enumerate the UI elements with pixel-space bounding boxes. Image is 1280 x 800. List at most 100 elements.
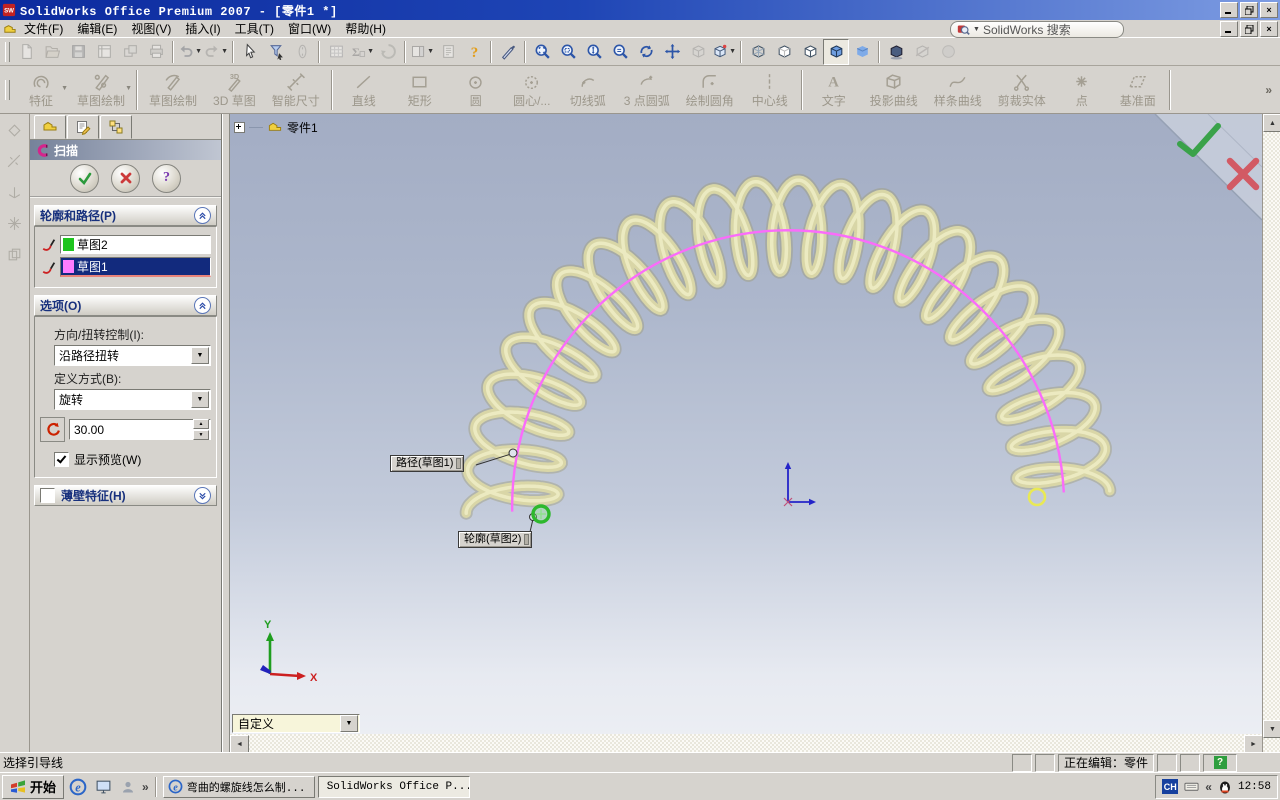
tool-centerline-button[interactable]: 中心线 (742, 67, 798, 113)
tool-circle-button[interactable]: 圆 (448, 67, 504, 113)
rebuild-button[interactable] (375, 39, 401, 65)
tool-spline-button[interactable]: 样条曲线 (926, 67, 990, 113)
options-button[interactable] (435, 39, 461, 65)
quicklaunch-ie-icon[interactable]: e (67, 776, 89, 798)
part-name[interactable]: 零件1 (287, 119, 318, 136)
path-callout[interactable]: 路径(草图1) (390, 455, 465, 472)
select-button[interactable] (237, 39, 263, 65)
shaded-button[interactable] (849, 39, 875, 65)
horizontal-scrollbar[interactable]: ◄ ► (230, 734, 1262, 752)
undo-button[interactable]: ▼ (177, 39, 203, 65)
new-button[interactable] (13, 39, 39, 65)
minimize-button[interactable] (1220, 2, 1238, 18)
define-by-combo[interactable]: 旋转 ▼ (54, 389, 211, 410)
tab-propertymanager[interactable] (67, 115, 99, 139)
dropdown-arrow-icon[interactable]: ▼ (195, 48, 202, 55)
make-drawing-button[interactable] (91, 39, 117, 65)
print-button[interactable] (143, 39, 169, 65)
tool-sketch3d-button[interactable]: 3D 3D 草图 (205, 67, 264, 113)
hidden-lines-visible-button[interactable] (771, 39, 797, 65)
make-assembly-button[interactable] (117, 39, 143, 65)
thin-feature-checkbox[interactable] (40, 488, 55, 503)
view-orientation-combo[interactable]: 自定义 ▼ (232, 714, 360, 733)
tool-smartdim-button[interactable]: 智能尺寸 (264, 67, 328, 113)
tool-trim-button[interactable]: 剪裁实体 (990, 67, 1054, 113)
strip-tool-icon-3[interactable] (6, 184, 23, 201)
tool-three-point-arc-button[interactable]: 3 点圆弧 (616, 67, 678, 113)
confirmation-corner[interactable] (1154, 114, 1262, 221)
qq-icon[interactable] (1217, 779, 1233, 795)
tool-feature-button[interactable]: 特征 ▼ (13, 67, 69, 113)
quicklaunch-messenger-icon[interactable] (117, 776, 139, 798)
combo-dropdown-icon[interactable]: ▼ (191, 347, 209, 364)
selection-field[interactable]: 草图2 (60, 235, 211, 254)
help-button[interactable]: ? (461, 39, 487, 65)
hidden-lines-removed-button[interactable] (797, 39, 823, 65)
scroll-left-icon[interactable]: ◄ (230, 735, 249, 752)
tree-expand-icon[interactable] (234, 122, 245, 133)
flyout-feature-tree[interactable]: 零件1 (234, 119, 318, 136)
section-view-button[interactable] (909, 39, 935, 65)
select-other-button[interactable] (289, 39, 315, 65)
twist-angle-value[interactable]: 30.00 (70, 423, 193, 437)
tool-line-button[interactable]: 直线 (336, 67, 392, 113)
show-preview-checkbox[interactable] (54, 452, 69, 467)
tool-sketch-fillet-button[interactable]: 绘制圆角 (678, 67, 742, 113)
help-button[interactable]: ? (152, 163, 181, 193)
toolbar-grip[interactable] (5, 41, 10, 62)
collapse-chevron-icon[interactable] (194, 297, 211, 314)
shaded-with-edges-button[interactable] (823, 38, 849, 65)
search-placeholder[interactable]: SolidWorks 搜索 (983, 21, 1071, 38)
tool-tangent-arc-button[interactable]: 切线弧 (560, 67, 616, 113)
menu-窗口W[interactable]: 窗口(W) (281, 19, 338, 38)
dropdown-arrow-icon[interactable]: ▼ (61, 85, 68, 92)
shadows-button[interactable] (883, 39, 909, 65)
view-3d-button[interactable] (685, 39, 711, 65)
dropdown-arrow-icon[interactable]: ▼ (729, 48, 736, 55)
menu-工具T[interactable]: 工具(T) (228, 19, 281, 38)
close-button[interactable]: × (1260, 2, 1278, 18)
realview-button[interactable] (935, 39, 961, 65)
vertical-scrollbar[interactable]: ▲ ▼ (1262, 114, 1280, 752)
open-button[interactable] (39, 39, 65, 65)
combo-dropdown-icon[interactable]: ▼ (340, 715, 358, 732)
tool-plane-button[interactable]: 基准面 (1110, 67, 1166, 113)
panel-splitter[interactable] (222, 114, 230, 752)
menu-视图V[interactable]: 视图(V) (124, 19, 178, 38)
strip-tool-icon-4[interactable] (6, 215, 23, 232)
dropdown-arrow-icon[interactable]: ▼ (221, 48, 228, 55)
quicklaunch-desktop-icon[interactable] (92, 776, 114, 798)
toolbar-overflow-icon[interactable]: » (1265, 83, 1272, 97)
orientation-combo[interactable]: 沿路径扭转 ▼ (54, 345, 211, 366)
group-options-header[interactable]: 选项(O) (34, 295, 217, 316)
start-button[interactable]: 开始 (2, 774, 65, 799)
tool-sketch2-button[interactable]: 草图绘制 (141, 67, 205, 113)
ok-button[interactable] (70, 163, 99, 193)
path-point-marker[interactable] (508, 448, 518, 458)
menu-编辑E[interactable]: 编辑(E) (70, 19, 124, 38)
expand-chevron-icon[interactable] (194, 487, 211, 504)
menu-插入I[interactable]: 插入(I) (178, 19, 227, 38)
cancel-button[interactable] (111, 163, 140, 193)
zoom-in-out-button[interactable] (581, 39, 607, 65)
tab-configurations[interactable] (100, 115, 132, 139)
reference-pointer-button[interactable] (495, 39, 521, 65)
tool-rectangle-button[interactable]: 矩形 (392, 67, 448, 113)
scroll-right-icon[interactable]: ► (1244, 735, 1262, 752)
rotate-view-button[interactable] (633, 39, 659, 65)
group-profile-path-header[interactable]: 轮廓和路径(P) (34, 205, 217, 226)
tray-collapse-icon[interactable]: « (1205, 780, 1212, 794)
clock[interactable]: 12:58 (1238, 781, 1271, 793)
sketch-grid-button[interactable] (323, 39, 349, 65)
taskbar-task-ie[interactable]: e 弯曲的螺旋线怎么制... (162, 775, 315, 798)
scroll-up-icon[interactable]: ▲ (1263, 114, 1280, 132)
dropdown-arrow-icon[interactable]: ▼ (125, 85, 132, 92)
search-box[interactable]: ▼ SolidWorks 搜索 (950, 21, 1124, 38)
quicklaunch-overflow-icon[interactable]: » (142, 780, 149, 794)
selection-field[interactable]: 草图1 (60, 257, 211, 277)
model-canvas[interactable]: YX (230, 114, 1262, 734)
combo-dropdown-icon[interactable]: ▼ (191, 391, 209, 408)
tool-sketch-text-button[interactable]: A 文字 (806, 67, 862, 113)
equations-button[interactable]: Σ ▼ (349, 39, 375, 65)
path-end-marker[interactable] (1027, 487, 1047, 507)
